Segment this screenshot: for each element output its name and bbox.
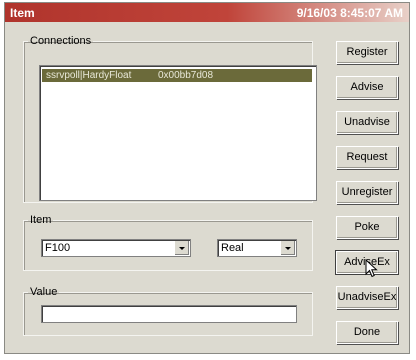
item-name-combo[interactable]: F100 <box>41 239 191 257</box>
value-label: Value <box>30 286 58 298</box>
connections-group: Connections ssrvpoll|HardyFloat 0x00bb7d… <box>23 35 317 203</box>
list-item[interactable]: ssrvpoll|HardyFloat 0x00bb7d08 <box>42 69 312 82</box>
register-button[interactable]: Register <box>336 41 398 64</box>
value-field[interactable] <box>41 305 297 323</box>
chevron-down-icon[interactable] <box>280 241 295 255</box>
connection-handle: 0x00bb7d08 <box>158 70 214 81</box>
connections-list[interactable]: ssrvpoll|HardyFloat 0x00bb7d08 <box>39 65 317 201</box>
chevron-down-icon[interactable] <box>174 241 189 255</box>
connection-name: ssrvpoll|HardyFloat <box>46 70 132 81</box>
connections-label: Connections <box>30 35 92 47</box>
done-button[interactable]: Done <box>336 321 398 344</box>
poke-button[interactable]: Poke <box>336 216 398 239</box>
clock-readout: 9/16/03 8:45:07 AM <box>296 6 403 20</box>
item-dialog: Item 9/16/03 8:45:07 AM Connections ssrv… <box>4 2 410 354</box>
window-title: Item <box>10 6 35 20</box>
mouse-pointer-icon <box>365 259 378 278</box>
item-type-value: Real <box>221 242 244 254</box>
unadvise-ex-button[interactable]: UnadviseEx <box>336 286 398 309</box>
title-bar[interactable]: Item 9/16/03 8:45:07 AM <box>5 3 409 22</box>
item-name-value: F100 <box>45 242 71 254</box>
advise-button[interactable]: Advise <box>336 76 398 99</box>
item-type-combo[interactable]: Real <box>217 239 297 257</box>
unadvise-button[interactable]: Unadvise <box>336 111 398 134</box>
item-label: Item <box>30 214 52 226</box>
request-button[interactable]: Request <box>336 146 398 169</box>
unregister-button[interactable]: Unregister <box>336 181 398 204</box>
